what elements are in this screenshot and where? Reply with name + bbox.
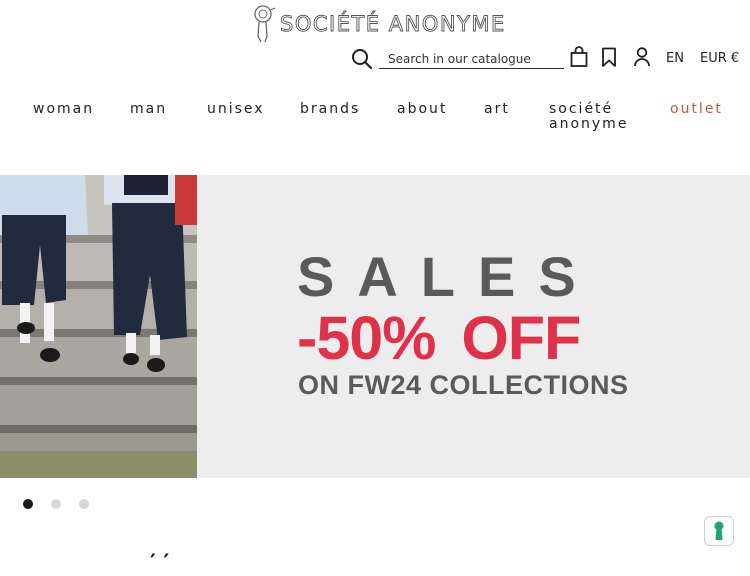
banner-headline: SALES — [297, 245, 599, 308]
privacy-settings-button[interactable] — [704, 516, 734, 546]
carousel-dot-2[interactable] — [51, 499, 61, 509]
search-icon[interactable] — [351, 48, 373, 70]
nav-item-unisex[interactable]: unisex — [207, 102, 265, 117]
bookmark-icon[interactable] — [601, 47, 617, 68]
nav-item-about[interactable]: about — [397, 102, 447, 117]
nav-item-brands[interactable]: brands — [300, 102, 360, 117]
hero-banner[interactable]: SALES -50% OFF ON FW24 COLLECTIONS — [0, 175, 750, 478]
banner-photo — [0, 175, 197, 478]
keyhole-icon — [714, 521, 724, 540]
search-input[interactable] — [379, 49, 564, 69]
nav-item-man[interactable]: man — [130, 102, 167, 117]
account-icon[interactable] — [633, 47, 651, 67]
currency-selector[interactable]: EUR € — [700, 51, 739, 66]
carousel-dot-1[interactable] — [23, 499, 33, 509]
nav-item-societe-anonyme[interactable]: société anonyme — [549, 102, 649, 132]
site-logo[interactable]: SOCIÉTÉ ANONYME — [252, 4, 506, 44]
logo-text: SOCIÉTÉ ANONYME — [280, 12, 506, 37]
nav-item-outlet[interactable]: outlet — [670, 102, 723, 117]
banner-offer: -50% OFF — [297, 304, 581, 372]
language-selector[interactable]: EN — [666, 51, 684, 66]
sales-panel: SALES -50% OFF ON FW24 COLLECTIONS — [197, 175, 750, 478]
carousel-dot-3[interactable] — [79, 499, 89, 509]
section-heading: ′ ′ — [150, 551, 170, 576]
logo-figure-icon — [254, 5, 276, 43]
banner-subline: ON FW24 COLLECTIONS — [298, 370, 629, 400]
cart-icon[interactable] — [570, 46, 588, 68]
nav-item-art[interactable]: art — [484, 102, 510, 117]
nav-item-woman[interactable]: woman — [33, 102, 94, 117]
